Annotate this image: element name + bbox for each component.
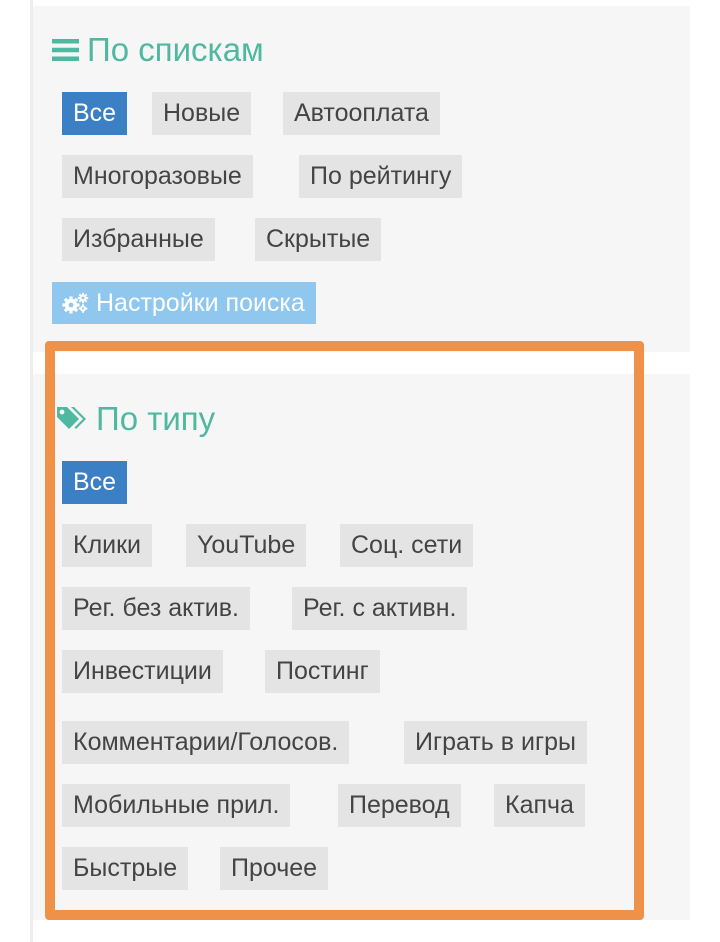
type-tag-other[interactable]: Прочее <box>220 847 329 890</box>
type-tag-all[interactable]: Все <box>62 461 128 504</box>
type-tag-posting[interactable]: Постинг <box>265 650 380 693</box>
list-tag-all[interactable]: Все <box>62 92 128 135</box>
type-tag-social[interactable]: Соц. сети <box>340 524 474 567</box>
type-tag-play-games[interactable]: Играть в игры <box>404 721 587 764</box>
type-tag-clicks[interactable]: Клики <box>62 524 153 567</box>
list-tag-by-rating[interactable]: По рейтингу <box>299 155 463 198</box>
type-tag-fast[interactable]: Быстрые <box>62 847 189 890</box>
type-tag-youtube[interactable]: YouTube <box>186 524 307 567</box>
list-tag-hidden[interactable]: Скрытые <box>255 218 382 261</box>
type-tag-comments-votes[interactable]: Комментарии/Голосов. <box>62 721 350 764</box>
types-section-title: По типу <box>54 399 215 439</box>
type-tag-mobile-apps[interactable]: Мобильные прил. <box>62 784 291 827</box>
list-tag-favorites[interactable]: Избранные <box>62 218 215 261</box>
lists-section-title: По спискам <box>52 30 264 70</box>
search-settings-label: Настройки поиска <box>96 289 305 317</box>
type-tag-investments[interactable]: Инвестиции <box>62 650 223 693</box>
list-tag-reusable[interactable]: Многоразовые <box>62 155 253 198</box>
lists-section-title-text: По спискам <box>87 31 264 68</box>
search-settings-button[interactable]: Настройки поиска <box>52 282 316 324</box>
list-tag-new[interactable]: Новые <box>152 92 252 135</box>
type-tag-reg-with-activity[interactable]: Рег. с активн. <box>292 587 468 630</box>
type-tag-reg-no-activity[interactable]: Рег. без актив. <box>62 587 251 630</box>
list-tag-autopay[interactable]: Автооплата <box>283 92 440 135</box>
types-panel <box>33 374 690 920</box>
list-icon <box>52 38 79 62</box>
type-tag-captcha[interactable]: Капча <box>494 784 585 827</box>
type-tag-translation[interactable]: Перевод <box>338 784 461 827</box>
tags-icon <box>54 405 88 433</box>
types-section-title-text: По типу <box>96 400 216 437</box>
gears-icon <box>62 292 90 314</box>
